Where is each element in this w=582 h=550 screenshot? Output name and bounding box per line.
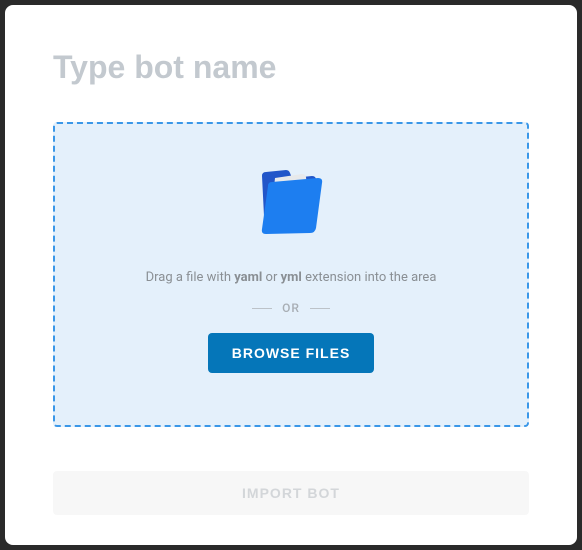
import-bot-modal: Drag a file with yaml or yml extension i… <box>5 5 577 545</box>
ext-yml: yml <box>281 270 302 285</box>
divider-line-right <box>310 308 330 309</box>
divider-line-left <box>252 308 272 309</box>
drag-instructions: Drag a file with yaml or yml extension i… <box>146 270 437 285</box>
browse-files-button[interactable]: BROWSE FILES <box>208 333 375 373</box>
drag-text-or: or <box>262 270 280 285</box>
import-bot-button: IMPORT BOT <box>53 471 529 515</box>
file-dropzone[interactable]: Drag a file with yaml or yml extension i… <box>53 122 529 427</box>
bot-name-input[interactable] <box>53 49 529 86</box>
ext-yaml: yaml <box>234 270 262 285</box>
drag-text-suffix: extension into the area <box>302 270 437 285</box>
drag-text-prefix: Drag a file with <box>146 270 235 285</box>
divider-label: OR <box>282 301 300 315</box>
folder-icon <box>248 164 334 242</box>
or-divider: OR <box>252 301 330 315</box>
